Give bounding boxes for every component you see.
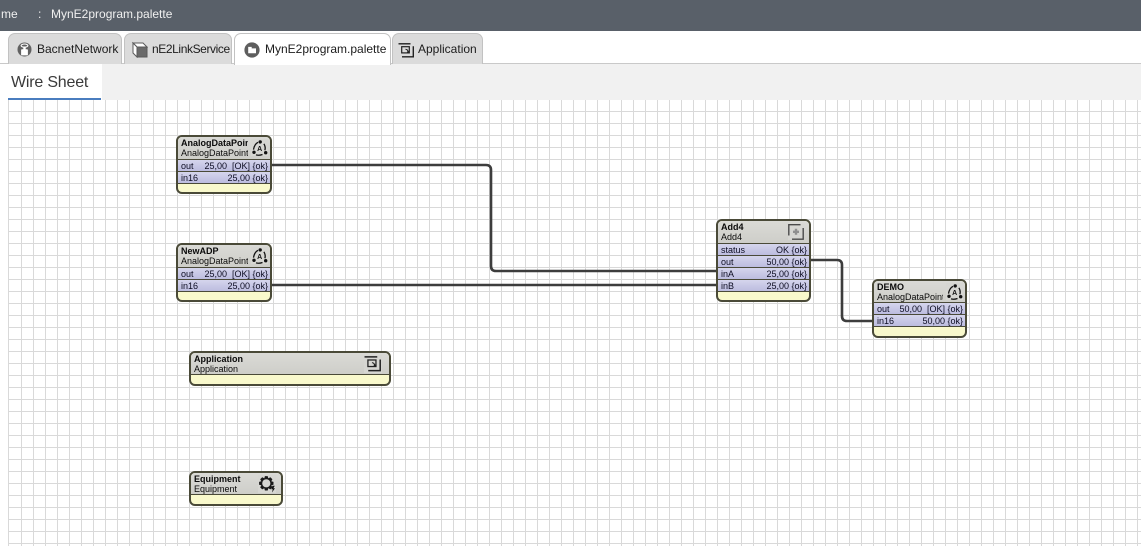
svg-text:A: A — [952, 290, 957, 297]
svg-text:A: A — [257, 146, 262, 153]
svg-text:A: A — [257, 254, 262, 261]
